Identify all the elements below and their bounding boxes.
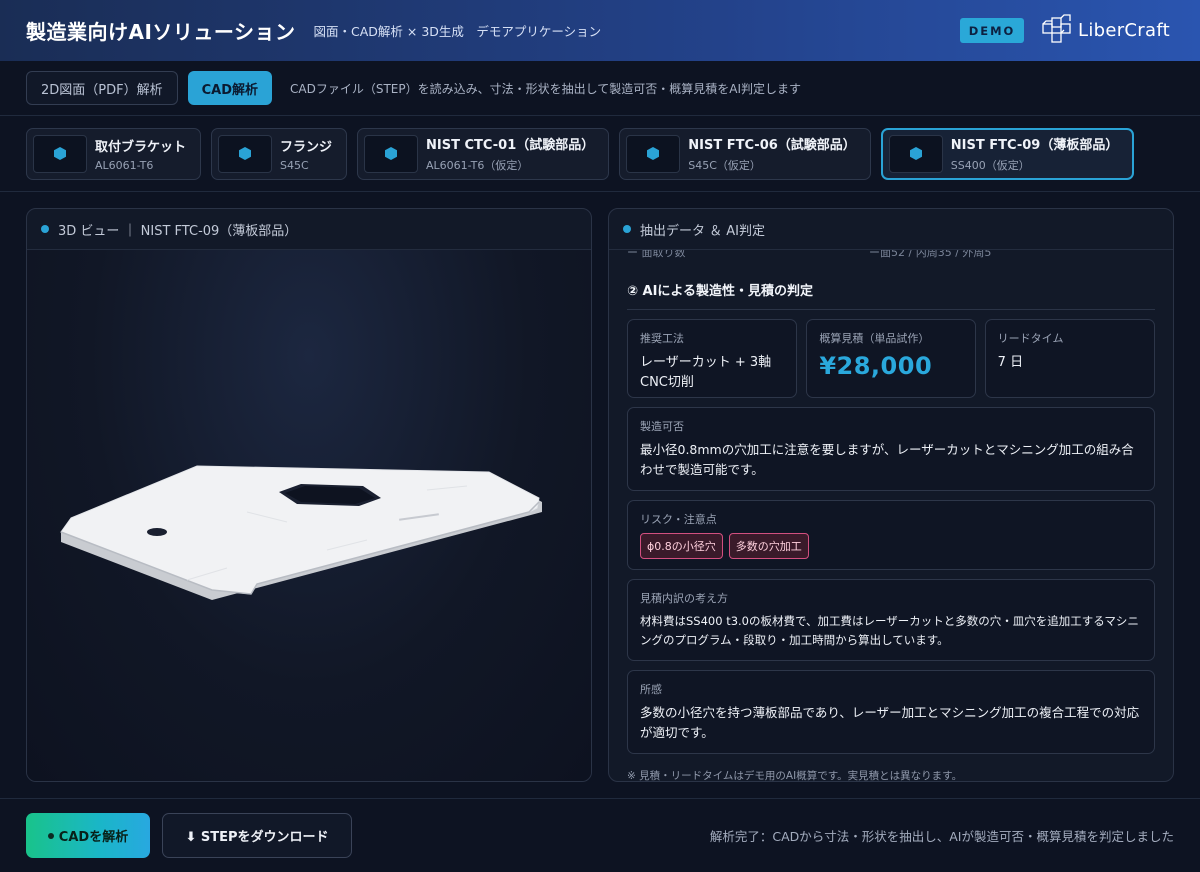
method-label: 推奨工法 <box>640 332 684 345</box>
row-label: ー 面取り数 <box>627 250 686 259</box>
estimate-price: ¥28,000 <box>819 352 933 380</box>
part-card-bracket[interactable]: 取付ブラケット AL6061-T6 <box>26 127 202 180</box>
risk-tags: ϕ0.8の小径穴 多数の穴加工 <box>640 533 1142 559</box>
method-card: 推奨工法 レーザーカット + 3軸 CNC切削 <box>627 319 798 398</box>
comment-card: 所感 多数の小径穴を持つ薄板部品であり、レーザー加工とマシニング加工の複合工程で… <box>627 670 1155 754</box>
cube-logo-icon <box>1042 14 1071 43</box>
part-name: フランジ <box>280 139 333 155</box>
part-thumbnail <box>218 134 273 173</box>
risks-card: リスク・注意点 ϕ0.8の小径穴 多数の穴加工 <box>627 500 1155 570</box>
part-name: 取付ブラケット <box>95 139 187 155</box>
breakdown-card: 見積内訳の考え方 材料費はSS400 t3.0の板材費で、加工費はレーザーカット… <box>627 579 1155 661</box>
risk-tag: 多数の穴加工 <box>728 533 809 559</box>
part-thumbnail <box>33 134 87 173</box>
status-dot-icon <box>41 225 49 233</box>
hexagon-icon <box>647 147 660 160</box>
results-header: 抽出データ ＆ AI判定 <box>609 209 1173 250</box>
status-message: 解析完了：CADから寸法・形状を抽出し、AIが製造可否・概算見積を判定しました <box>709 829 1174 844</box>
mode-selector: 2D図面（PDF）解析 CAD解析 CADファイル（STEP）を読み込み、寸法・… <box>0 61 1200 116</box>
method-value: レーザーカット + 3軸 CNC切削 <box>640 355 772 390</box>
hexagon-icon <box>909 147 922 160</box>
analyze-button-label: CADを解析 <box>58 830 129 845</box>
part-selector: 取付ブラケット AL6061-T6 フランジ S45C NIST CTC-01（… <box>0 116 1200 192</box>
disclaimer-note: ※ 見積・リードタイムはデモ用のAI概算です。実見積とは異なります。 <box>627 770 963 781</box>
results-scroll-area[interactable]: ー 面取り数 ー面52 / 内周35 / 外周5 ② AIによる製造性・見積の判… <box>609 250 1173 781</box>
brand-logo: LiberCraft <box>1040 14 1170 46</box>
feasibility-value: 最小径0.8mmの穴加工に注意を要しますが、レーザーカットとマシニング加工の組み… <box>640 442 1134 477</box>
part-material: AL6061-T6 <box>95 158 154 172</box>
part-material: SS400（仮定） <box>950 159 1030 172</box>
summary-cards: 推奨工法 レーザーカット + 3軸 CNC切削 概算見積（単品試作） ¥28,0… <box>627 319 1155 398</box>
breakdown-label: 見積内訳の考え方 <box>640 592 728 605</box>
tab-cad[interactable]: CAD解析 <box>187 71 273 105</box>
results-title: 抽出データ ＆ AI判定 <box>640 223 765 239</box>
part-thumbnail <box>888 134 943 173</box>
app-root: 製造業向けAIソリューション 図面・CAD解析 × 3D生成 デモアプリケーショ… <box>0 0 1200 872</box>
app-header: 製造業向けAIソリューション 図面・CAD解析 × 3D生成 デモアプリケーショ… <box>0 0 1200 61</box>
breakdown-value: 材料費はSS400 t3.0の板材費で、加工費はレーザーカットと多数の穴・皿穴を… <box>640 614 1139 647</box>
estimate-card: 概算見積（単品試作） ¥28,000 <box>806 319 976 398</box>
hexagon-icon <box>54 147 66 160</box>
feasibility-label: 製造可否 <box>640 420 684 433</box>
bullet-icon <box>47 832 54 839</box>
thin-plate-model[interactable] <box>27 250 591 782</box>
lead-time-label: リードタイム <box>997 332 1064 345</box>
ai-judgement-title: ② AIによる製造性・見積の判定 <box>627 280 1155 310</box>
row-value: ー面52 / 内周35 / 外周5 <box>869 250 992 259</box>
part-card-flange[interactable]: フランジ S45C <box>211 127 348 180</box>
part-name: NIST CTC-01（試験部品） <box>426 138 595 153</box>
part-name: NIST FTC-09（薄板部品） <box>950 138 1119 153</box>
app-title: 製造業向けAIソリューション <box>26 20 296 44</box>
lead-time-value: 7 日 <box>997 355 1024 370</box>
tab-2d-pdf[interactable]: 2D図面（PDF）解析 <box>26 71 178 105</box>
action-bar: CADを解析 ⬇ STEPをダウンロード 解析完了：CADから寸法・形状を抽出し… <box>0 798 1200 872</box>
part-material: S45C <box>280 158 309 172</box>
lead-time-card: リードタイム 7 日 <box>984 319 1155 398</box>
viewer-header: 3D ビュー ｜ NIST FTC-09（薄板部品） <box>27 209 591 250</box>
truncated-table-row: ー 面取り数 ー面52 / 内周35 / 外周5 <box>627 250 1155 264</box>
part-material: AL6061-T6（仮定） <box>426 159 529 172</box>
results-panel: 抽出データ ＆ AI判定 ー 面取り数 ー面52 / 内周35 / 外周5 ② … <box>608 208 1174 782</box>
part-thumbnail <box>626 134 681 173</box>
comment-label: 所感 <box>640 683 662 696</box>
part-card-nist-ftc-09[interactable]: NIST FTC-09（薄板部品） SS400（仮定） <box>880 127 1135 180</box>
hexagon-icon <box>239 147 252 160</box>
demo-badge: DEMO <box>960 18 1024 43</box>
viewer-panel: 3D ビュー ｜ NIST FTC-09（薄板部品） <box>26 208 592 782</box>
comment-value: 多数の小径穴を持つ薄板部品であり、レーザー加工とマシニング加工の複合工程での対応… <box>640 705 1140 740</box>
app-subtitle: 図面・CAD解析 × 3D生成 デモアプリケーション <box>313 24 602 39</box>
analyze-cad-button[interactable]: CADを解析 <box>26 813 150 858</box>
hexagon-icon <box>385 147 398 160</box>
mode-description: CADファイル（STEP）を読み込み、寸法・形状を抽出して製造可否・概算見積をA… <box>290 81 802 96</box>
part-card-nist-ctc-01[interactable]: NIST CTC-01（試験部品） AL6061-T6（仮定） <box>357 127 610 180</box>
part-thumbnail <box>364 134 419 173</box>
status-dot-icon <box>623 225 631 233</box>
download-step-button[interactable]: ⬇ STEPをダウンロード <box>162 813 352 858</box>
risk-tag: ϕ0.8の小径穴 <box>640 533 723 559</box>
feasibility-card: 製造可否 最小径0.8mmの穴加工に注意を要しますが、レーザーカットとマシニング… <box>627 407 1155 491</box>
part-name: NIST FTC-06（試験部品） <box>688 138 856 153</box>
viewer-title: 3D ビュー ｜ NIST FTC-09（薄板部品） <box>58 223 298 239</box>
part-card-nist-ftc-06[interactable]: NIST FTC-06（試験部品） S45C（仮定） <box>619 127 871 180</box>
estimate-label: 概算見積（単品試作） <box>819 332 930 345</box>
3d-viewport[interactable] <box>27 250 591 781</box>
brand-name: LiberCraft <box>1078 19 1171 41</box>
risks-label: リスク・注意点 <box>640 513 717 526</box>
part-material: S45C（仮定） <box>688 159 761 172</box>
